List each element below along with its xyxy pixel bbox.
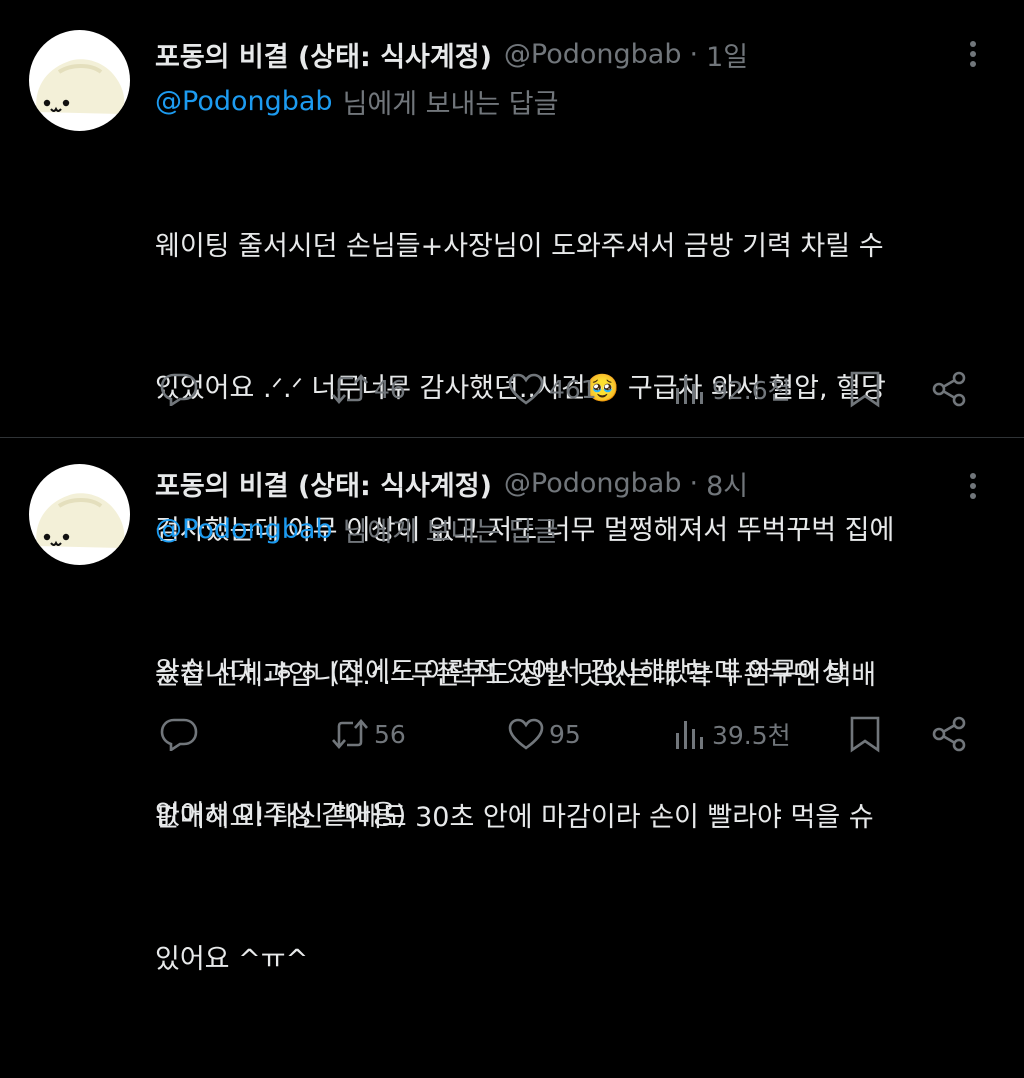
like-count: 461 (549, 374, 597, 404)
timestamp[interactable]: 1일 (706, 35, 748, 74)
bookmark-button[interactable] (849, 711, 881, 757)
action-bar: 56 95 39.5천 (157, 711, 977, 757)
like-button[interactable]: 95 (507, 711, 581, 757)
retweet-count: 56 (374, 719, 406, 749)
reply-to-text: 님에게 보내는 답글 (342, 88, 559, 120)
separator-dot: · (689, 467, 699, 499)
reply-icon (160, 717, 198, 751)
author-handle[interactable]: @Podongbab (504, 468, 682, 499)
retweet-icon (330, 717, 370, 751)
retweet-icon (330, 372, 370, 406)
reply-mention[interactable]: @Podongbab (155, 86, 333, 117)
reply-to-text: 님에게 보내는 답글 (342, 516, 559, 548)
reply-icon (160, 372, 198, 406)
retweet-count: 46 (374, 374, 406, 404)
share-button[interactable] (930, 711, 968, 757)
share-icon (930, 715, 968, 753)
views-count: 92.6천 (712, 376, 791, 405)
tweet-text-line: 웨이팅 줄서시던 손님들+사장님이 도와주셔서 금방 기력 차릴 수 (155, 230, 884, 262)
separator-dot: · (689, 38, 699, 70)
like-button[interactable]: 461 (507, 366, 597, 412)
more-icon[interactable] (960, 466, 986, 506)
action-bar: 46 461 92.6천 (157, 366, 977, 412)
tweet[interactable]: 포동의 비결 (상태: 식사계정) @Podongbab · 1일 @Podon… (0, 0, 1024, 831)
like-count: 95 (549, 719, 581, 749)
reply-mention[interactable]: @Podongbab (155, 514, 333, 545)
tweet-text-line: 있어요 ^ㅠ^ (155, 944, 309, 976)
tweet[interactable]: 포동의 비결 (상태: 식사계정) @Podongbab · 8시 @Podon… (0, 438, 1024, 975)
views-icon (674, 372, 708, 406)
views-button[interactable]: 39.5천 (674, 711, 791, 757)
more-icon[interactable] (960, 34, 986, 74)
share-button[interactable] (930, 366, 968, 412)
tweet-text-line: 순천 선제과입니다.ᐟ.ᐟ 두쫀쿠도 정말 맛있는데 딱 두쫀쿠만 택배 (155, 659, 877, 691)
replying-to: @Podongbab 님에게 보내는 답글 (155, 509, 558, 549)
retweet-button[interactable]: 56 (330, 711, 406, 757)
bookmark-icon (849, 370, 881, 408)
like-icon (507, 372, 545, 406)
views-icon (674, 717, 708, 751)
retweet-button[interactable]: 46 (330, 366, 406, 412)
author-name[interactable]: 포동의 비결 (상태: 식사계정) (155, 35, 492, 74)
bookmark-button[interactable] (849, 366, 881, 412)
timestamp[interactable]: 8시 (706, 464, 748, 503)
tweet-text: 순천 선제과입니다.ᐟ.ᐟ 두쫀쿠도 정말 맛있는데 딱 두쫀쿠만 택배 판매해… (155, 557, 975, 1078)
bookmark-icon (849, 715, 881, 753)
tweet-text-line: 판매해요! 대신 택배도 30초 안에 마감이라 손이 빨라야 먹을 슈 (155, 802, 874, 834)
author-handle[interactable]: @Podongbab (504, 39, 682, 70)
reply-button[interactable] (160, 711, 198, 757)
reply-button[interactable] (160, 366, 198, 412)
tweet-header: 포동의 비결 (상태: 식사계정) @Podongbab · 8시 (155, 463, 748, 503)
share-icon (930, 370, 968, 408)
avatar[interactable] (29, 464, 130, 565)
like-icon (507, 717, 545, 751)
views-button[interactable]: 92.6천 (674, 366, 791, 412)
avatar[interactable] (29, 30, 130, 131)
tweet-header: 포동의 비결 (상태: 식사계정) @Podongbab · 1일 (155, 34, 748, 74)
views-count: 39.5천 (712, 721, 791, 750)
replying-to: @Podongbab 님에게 보내는 답글 (155, 81, 558, 121)
author-name[interactable]: 포동의 비결 (상태: 식사계정) (155, 464, 492, 503)
